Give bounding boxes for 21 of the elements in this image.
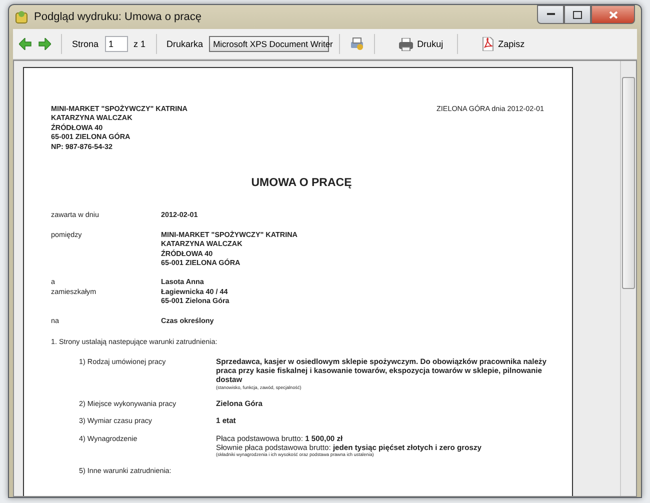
maximize-button[interactable] [564, 5, 591, 24]
back-arrow-icon[interactable] [19, 38, 32, 50]
close-icon [608, 10, 618, 18]
page-label: Strona [72, 39, 99, 49]
page-input[interactable]: 1 [104, 36, 128, 52]
document-title: UMOWA O PRACĘ [250, 179, 353, 188]
vertical-scrollbar[interactable] [620, 61, 636, 496]
window-title: Podgląd wydruku: Umowa o pracę [34, 11, 203, 23]
forward-arrow-icon[interactable] [38, 38, 51, 50]
printer-label: Drukarka [166, 39, 204, 49]
printer-settings-icon[interactable] [350, 37, 364, 51]
app-icon [15, 10, 28, 24]
minimize-icon [546, 13, 554, 16]
maximize-icon [573, 10, 582, 18]
save-button[interactable]: Zapisz [478, 35, 529, 53]
page-total: z 1 [134, 39, 146, 49]
close-button[interactable] [591, 5, 635, 24]
minimize-button[interactable] [537, 5, 564, 24]
pdf-file-icon [482, 37, 494, 51]
printer-icon [399, 38, 414, 50]
print-button[interactable]: Drukuj [395, 36, 448, 52]
